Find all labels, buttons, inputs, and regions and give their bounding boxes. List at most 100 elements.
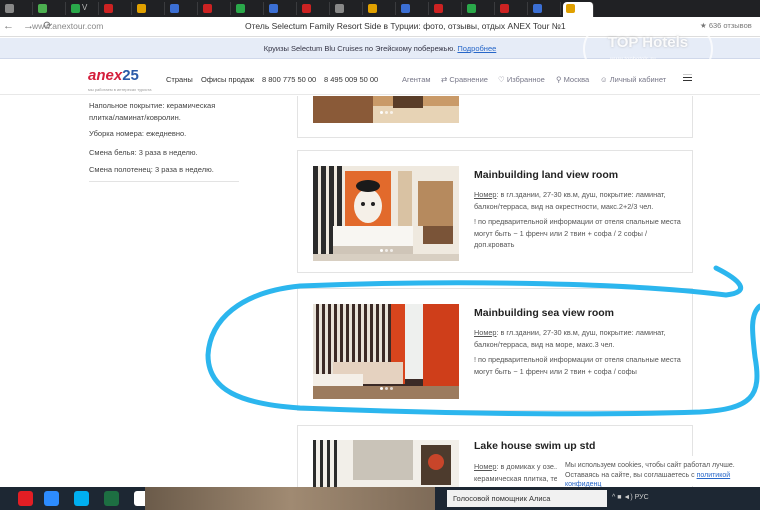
tab-favicon-icon (104, 4, 113, 13)
room-label: Номер (474, 190, 497, 199)
browser-tab[interactable] (167, 2, 198, 15)
tab-favicon-icon (335, 4, 344, 13)
url-field[interactable]: www.anextour.com (32, 21, 103, 31)
room-card-prev (297, 96, 693, 138)
tab-favicon-icon (203, 4, 212, 13)
nav-cabinet-label: Личный кабинет (609, 75, 667, 84)
room-note: ! по предварительной информации от отеля… (474, 355, 681, 376)
nav-city-label: Москва (563, 75, 590, 84)
room-card-sea-view: Mainbuilding sea view room Номер: в гл.з… (297, 288, 693, 411)
browser-tab[interactable] (299, 2, 330, 15)
browser-tab[interactable] (563, 2, 594, 17)
promo-link[interactable]: Подробнее (457, 44, 496, 53)
tab-favicon-icon (368, 4, 377, 13)
tophotels-watermark-sub: www.tophotels.ru (610, 57, 656, 63)
tab-favicon-icon (71, 4, 80, 13)
anex-logo[interactable]: anex25 (88, 67, 139, 84)
room-desc-text: : в гл.здании, 27-30 кв.м, душ, покрытие… (474, 328, 666, 349)
tab-favicon-icon (5, 4, 14, 13)
nav-favorites[interactable]: ♡ Избранное (498, 75, 545, 84)
tab-favicon-icon (434, 4, 443, 13)
tab-favicon-icon (467, 4, 476, 13)
room-photo-prev[interactable] (313, 96, 459, 123)
room-note: ! по предварительной информации от отеля… (474, 217, 681, 249)
sidebar-linen: Смена белья: 3 раза в неделю. (89, 148, 198, 157)
nav-offices[interactable]: Офисы продаж (201, 75, 254, 84)
browser-tab[interactable] (266, 2, 297, 15)
tab-label: V (82, 3, 88, 12)
logo-tagline: мы работаем в интересах туриста (88, 87, 152, 92)
excel-taskbar-icon[interactable] (104, 491, 119, 506)
nav-agents[interactable]: Агентам (402, 75, 431, 84)
cookie-line-1: Мы используем cookies, чтобы сайт работа… (565, 462, 735, 469)
nav-favorites-label: Избранное (506, 75, 545, 84)
room-card-land-view: Mainbuilding land view room Номер: в гл.… (297, 150, 693, 273)
voice-assistant-search[interactable]: Голосовой помощник Алиса (447, 490, 607, 507)
taskbar-blurred-region (145, 487, 435, 510)
tab-favicon-icon (137, 4, 146, 13)
browser-tab[interactable] (134, 2, 165, 15)
nav-compare-label: Сравнение (449, 75, 488, 84)
nav-countries[interactable]: Страны (166, 75, 193, 84)
tab-favicon-icon (170, 4, 179, 13)
browser-tab[interactable] (35, 2, 66, 15)
nav-phone-2[interactable]: 8 495 009 50 00 (324, 75, 378, 84)
room-title[interactable]: Lake house swim up std (474, 440, 595, 452)
carousel-dots[interactable] (380, 377, 395, 395)
browser-tabstrip: V (0, 0, 760, 17)
browser-tab[interactable] (2, 2, 33, 15)
cookie-notice: Мы используем cookies, чтобы сайт работа… (557, 456, 760, 488)
browser-tab[interactable] (233, 2, 264, 15)
page-title: Отель Selectum Family Resort Side в Турц… (245, 21, 566, 31)
tab-favicon-icon (302, 4, 311, 13)
reviews-count: ★ 636 отзывов (700, 21, 752, 30)
tab-favicon-icon (533, 4, 542, 13)
skype-taskbar-icon[interactable] (74, 491, 89, 506)
carousel-dots[interactable] (380, 101, 395, 119)
sidebar-divider (89, 181, 239, 182)
cookie-line-2-text: Оставаясь на сайте, вы соглашаетесь с (565, 471, 695, 479)
room-desc: Номер: в гл.здании, 27-30 кв.м, душ, пок… (474, 189, 686, 212)
user-icon: ☺ (600, 75, 610, 84)
room-desc-text: : в гл.здании, 27-30 кв.м, душ, покрытие… (474, 190, 666, 211)
zoom-taskbar-icon[interactable] (44, 491, 59, 506)
browser-tab[interactable] (497, 2, 528, 15)
logo-number: 25 (122, 67, 139, 84)
nav-cabinet[interactable]: ☺ Личный кабинет (600, 75, 666, 84)
browser-tab[interactable] (200, 2, 231, 15)
tab-favicon-icon (269, 4, 278, 13)
tab-favicon-icon (236, 4, 245, 13)
promo-text: Круизы Selectum Blu Cruises по Эгейскому… (263, 44, 456, 53)
nav-compare[interactable]: ⇄ Сравнение (441, 75, 488, 84)
sidebar-floor: Напольное покрытие: керамическая плитка/… (89, 101, 216, 122)
browser-tab[interactable] (101, 2, 132, 15)
tophotels-watermark: TOP Hotels (583, 22, 713, 76)
yandex-taskbar-icon[interactable] (18, 491, 33, 506)
room-label: Номер (474, 462, 497, 471)
carousel-dots[interactable] (380, 239, 395, 257)
reviews-count-text: 636 отзывов (708, 21, 752, 30)
browser-tab[interactable] (464, 2, 495, 15)
tab-favicon-icon (566, 4, 575, 13)
heart-icon: ♡ (498, 75, 507, 84)
browser-tab[interactable] (398, 2, 429, 15)
location-pin-icon: ⚲ (556, 75, 564, 84)
room-title[interactable]: Mainbuilding sea view room (474, 307, 614, 319)
tab-favicon-icon (401, 4, 410, 13)
nav-city[interactable]: ⚲ Москва (556, 75, 589, 84)
room-photo-land-view[interactable] (313, 166, 459, 261)
browser-tab[interactable] (530, 2, 561, 15)
sidebar-towels: Смена полотенец: 3 раза в неделю. (89, 165, 214, 174)
logo-word: anex (88, 67, 123, 84)
browser-tab[interactable] (365, 2, 396, 15)
nav-phone-1[interactable]: 8 800 775 50 00 (262, 75, 316, 84)
system-tray[interactable]: ^ ■ ◄) РУС (612, 494, 649, 501)
sidebar-cleaning: Уборка номера: ежедневно. (89, 129, 187, 138)
room-desc: Номер: в гл.здании, 27-30 кв.м, душ, пок… (474, 327, 686, 350)
browser-tab[interactable] (431, 2, 462, 15)
room-title[interactable]: Mainbuilding land view room (474, 169, 618, 181)
browser-tab[interactable]: V (68, 2, 99, 15)
tab-favicon-icon (38, 4, 47, 13)
room-photo-sea-view[interactable] (313, 304, 459, 399)
browser-tab[interactable] (332, 2, 363, 15)
